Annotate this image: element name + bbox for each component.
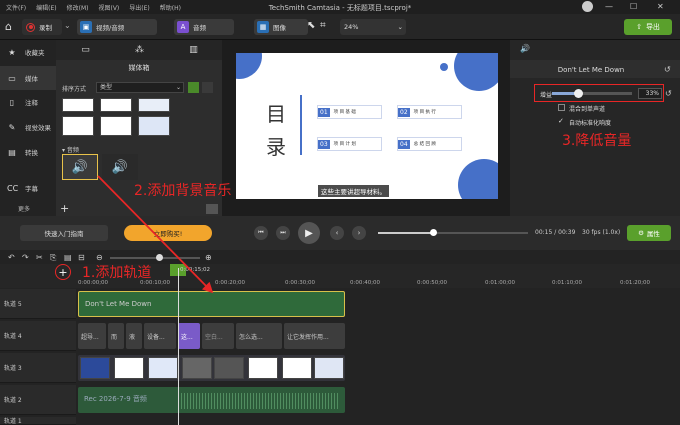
annotation-arrow — [97, 175, 214, 294]
annotation-arrows — [97, 175, 214, 294]
